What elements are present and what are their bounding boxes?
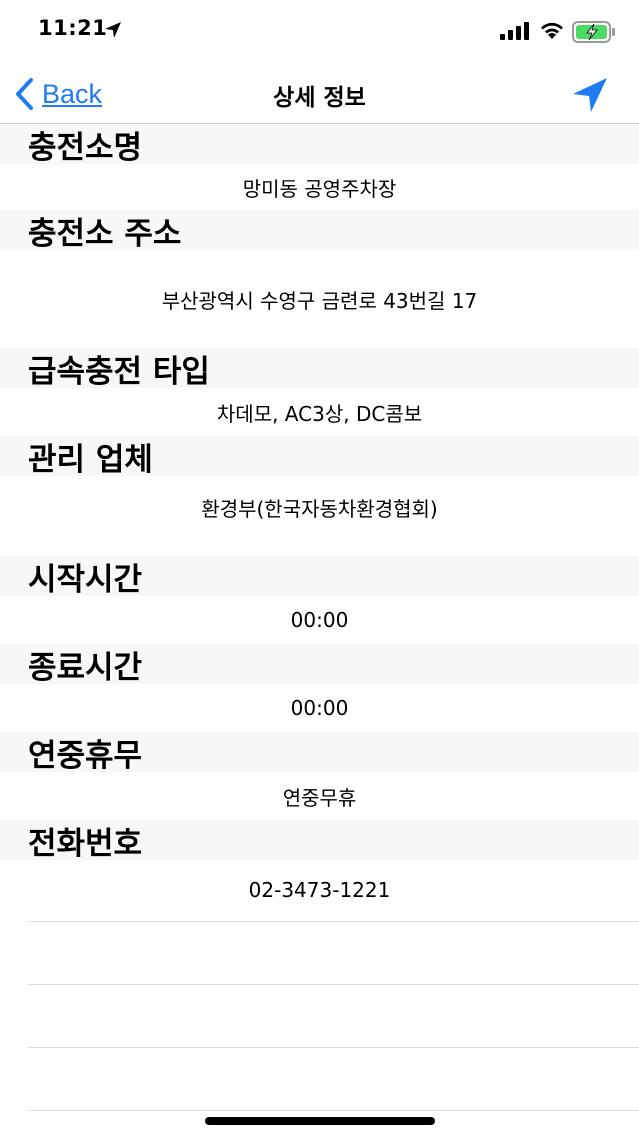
station-address-value: 부산광역시 수영구 금련로 43번길 17 xyxy=(161,288,478,313)
empty-row xyxy=(28,1047,639,1110)
page-title: 상세 정보 xyxy=(273,85,366,111)
signal-icon xyxy=(500,22,529,40)
location-arrow-icon[interactable] xyxy=(570,76,610,114)
empty-row xyxy=(28,921,639,984)
status-time: 11:21 xyxy=(38,16,108,40)
holiday-header: 연중휴무 xyxy=(0,732,639,774)
battery-charging-icon xyxy=(572,21,615,43)
operator-value: 환경부(한국자동차환경협회) xyxy=(201,497,438,521)
wifi-icon xyxy=(541,22,563,39)
end-time-header: 종료시간 xyxy=(0,644,639,686)
end-time-value: 00:00 xyxy=(290,696,349,720)
start-time-value: 00:00 xyxy=(290,608,349,632)
start-time-header: 시작시간 xyxy=(0,556,639,598)
fast-charge-type-header: 급속충전 타입 xyxy=(0,348,639,390)
status-bar: 11:21 xyxy=(0,0,639,66)
home-indicator[interactable] xyxy=(205,1117,435,1125)
station-name-value: 망미동 공영주차장 xyxy=(242,176,397,201)
fast-charge-type-value: 차데모, AC3상, DC콤보 xyxy=(216,401,423,426)
empty-row xyxy=(28,984,639,1047)
location-arrow-icon xyxy=(105,22,121,38)
phone-header: 전화번호 xyxy=(0,820,639,862)
navigation-bar: Back 상세 정보 xyxy=(0,66,639,124)
holiday-value: 연중무휴 xyxy=(282,785,357,810)
station-address-header: 충전소 주소 xyxy=(0,210,639,252)
phone-value[interactable]: 02-3473-1221 xyxy=(0,860,639,920)
empty-row xyxy=(28,1110,639,1112)
operator-header: 관리 업체 xyxy=(0,436,639,478)
station-name-header: 충전소명 xyxy=(0,124,639,166)
